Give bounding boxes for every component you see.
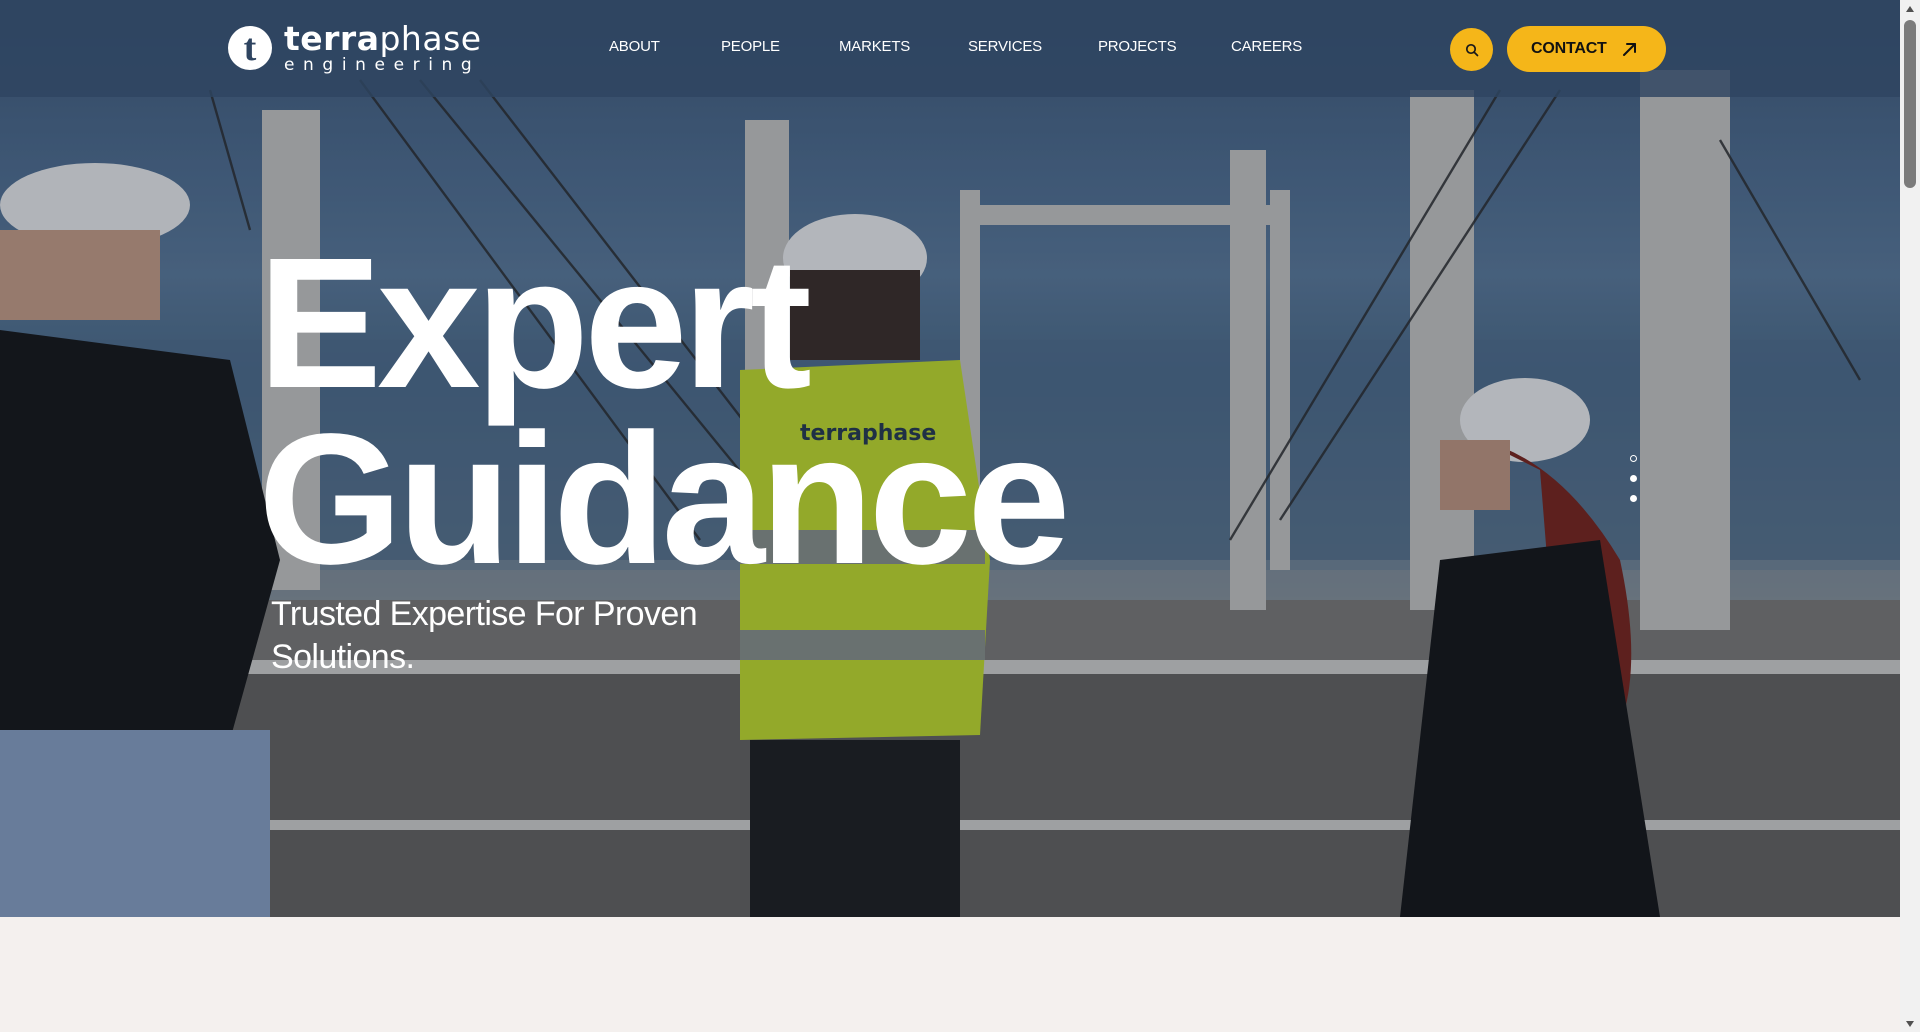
logo-name: terraphase [284, 22, 482, 55]
nav-item-people[interactable]: PEOPLE [721, 38, 780, 55]
slider-dot-2[interactable] [1630, 475, 1637, 482]
nav-item-projects[interactable]: PROJECTS [1098, 38, 1177, 55]
scroll-down-arrow-icon[interactable] [1900, 1015, 1920, 1032]
hero-subheading: Trusted Expertise For Proven Solutions. [271, 595, 698, 676]
nav-item-about[interactable]: ABOUT [609, 38, 660, 55]
contact-button-label: CONTACT [1531, 40, 1607, 57]
logo-name-bold: terra [284, 19, 380, 58]
hero-section: terraphase Expert Guidance Trusted Exper… [0, 0, 1900, 917]
logo-tagline: engineering [284, 55, 481, 75]
nav-item-markets[interactable]: MARKETS [839, 38, 910, 55]
logo-mark-letter: t [243, 27, 257, 69]
logo-name-light: phase [379, 19, 482, 58]
search-icon [1465, 43, 1478, 56]
hero-headline-line2: Guidance [258, 396, 1071, 603]
site-header: t terraphase engineering ABOUT PEOPLE MA… [0, 0, 1900, 97]
slider-dot-1[interactable] [1630, 455, 1637, 462]
search-button[interactable] [1450, 28, 1493, 71]
logo-wordmark: terraphase engineering [284, 22, 482, 74]
scrollbar-thumb[interactable] [1904, 20, 1916, 188]
nav-item-services[interactable]: SERVICES [968, 38, 1042, 55]
scroll-up-arrow-icon[interactable] [1900, 0, 1920, 17]
arrow-up-right-icon [1621, 40, 1639, 58]
nav-item-careers[interactable]: CAREERS [1231, 38, 1302, 55]
site-logo[interactable]: t terraphase engineering [228, 22, 482, 74]
page-scrollbar[interactable] [1900, 0, 1920, 1032]
hero-headline-line1: Expert [258, 220, 812, 427]
content-section [0, 917, 1900, 1032]
contact-button[interactable]: CONTACT [1507, 26, 1666, 72]
browser-viewport: terraphase Expert Guidance Trusted Exper… [0, 0, 1900, 1032]
hero-headline: Expert Guidance [258, 220, 1071, 603]
logo-mark-icon: t [228, 26, 272, 70]
slider-dot-3[interactable] [1630, 495, 1637, 502]
